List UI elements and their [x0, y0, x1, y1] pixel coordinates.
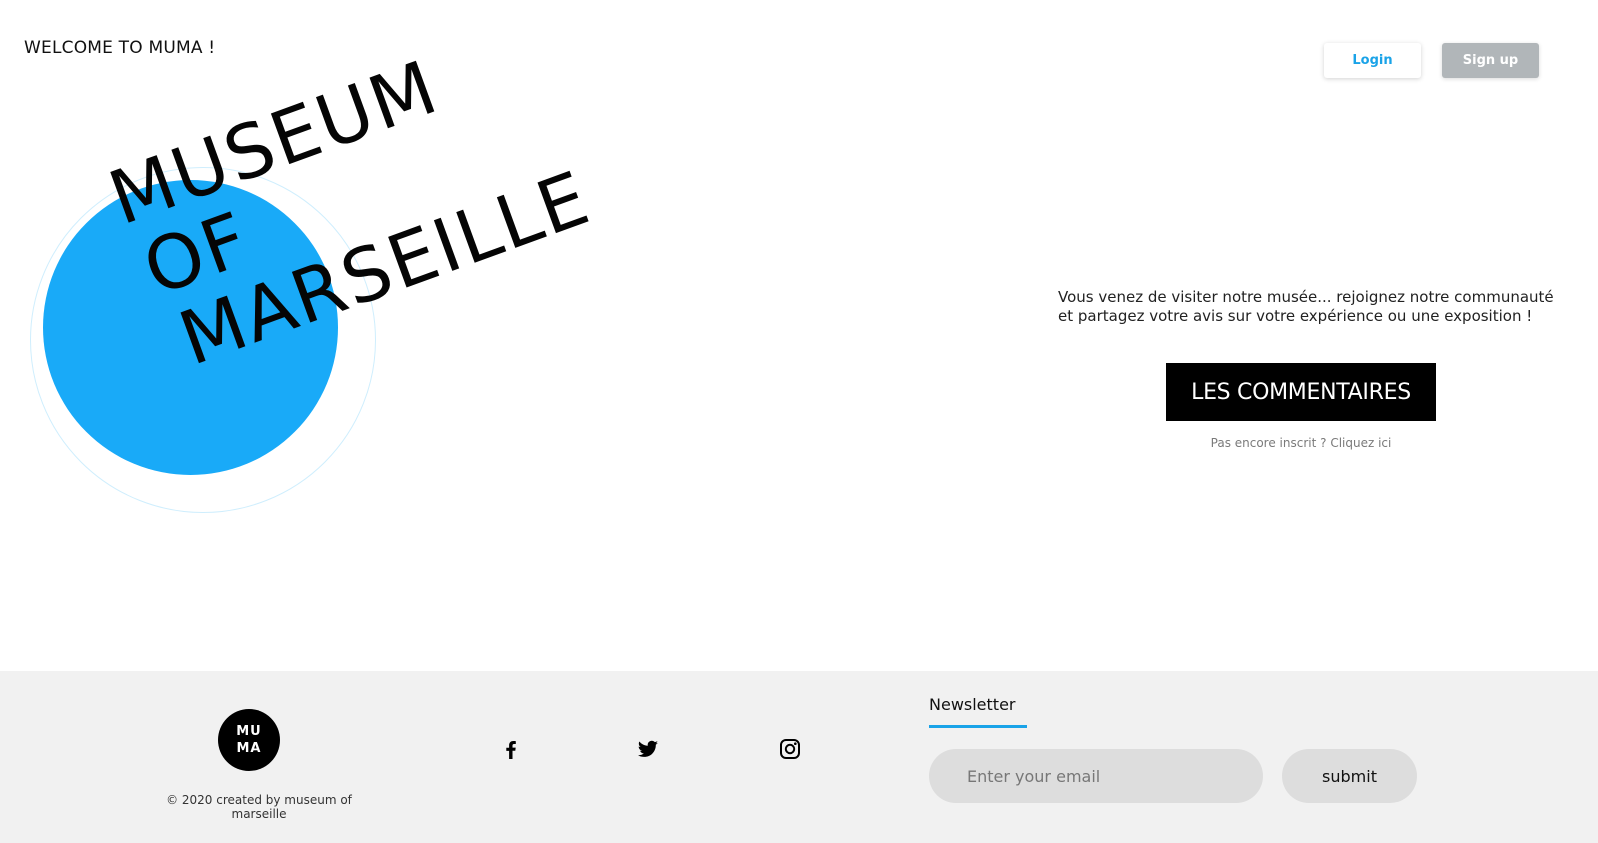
intro-text: Vous venez de visiter notre musée... rej… [1058, 288, 1554, 325]
newsletter-underline [929, 725, 1027, 728]
instagram-icon[interactable] [778, 737, 802, 761]
register-link[interactable]: Pas encore inscrit ? Cliquez ici [1166, 436, 1436, 450]
newsletter-email-input[interactable] [929, 749, 1263, 803]
twitter-icon[interactable] [636, 737, 660, 761]
footer: MU MA © 2020 created by museum of marsei… [0, 671, 1598, 843]
signup-button[interactable]: Sign up [1442, 43, 1539, 78]
facebook-icon[interactable] [499, 737, 523, 761]
copyright-text: © 2020 created by museum of marseille [166, 793, 352, 821]
login-button[interactable]: Login [1324, 43, 1421, 78]
newsletter-submit-button[interactable]: submit [1282, 749, 1417, 803]
footer-logo-line-2: MA [236, 741, 262, 756]
footer-logo-line-1: MU [236, 724, 262, 739]
newsletter-title: Newsletter [929, 695, 1016, 714]
footer-logo[interactable]: MU MA [218, 709, 280, 771]
welcome-text: WELCOME TO MUMA ! [24, 38, 216, 58]
comments-button[interactable]: LES COMMENTAIRES [1166, 363, 1436, 421]
